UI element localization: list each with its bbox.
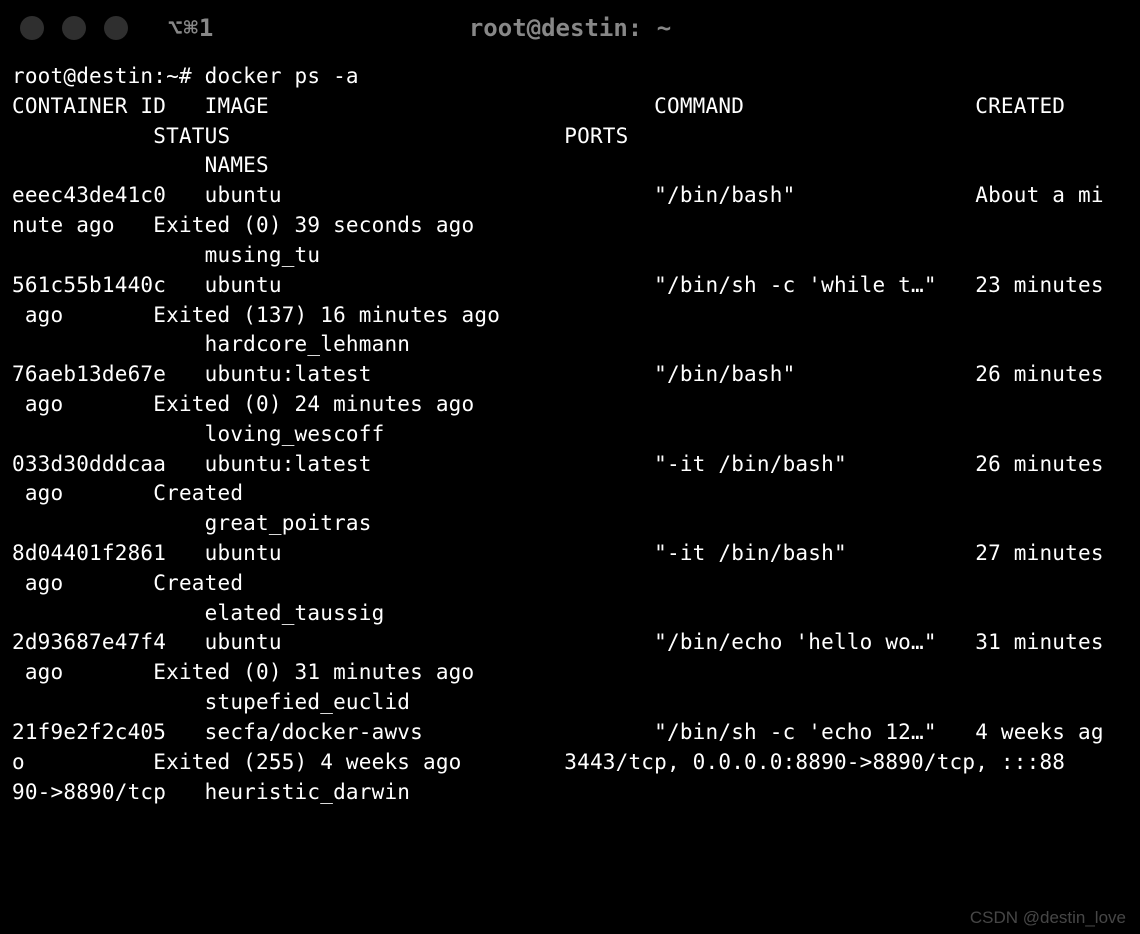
- table-row: ago Exited (0) 31 minutes ago: [12, 660, 474, 684]
- table-row: ago Created: [12, 481, 243, 505]
- table-row: 76aeb13de67e ubuntu:latest "/bin/bash" 2…: [12, 362, 1104, 386]
- terminal-output[interactable]: root@destin:~# docker ps -a CONTAINER ID…: [0, 56, 1140, 817]
- shell-prompt: root@destin:~#: [12, 64, 205, 88]
- table-header: NAMES: [12, 153, 269, 177]
- table-row: 033d30dddcaa ubuntu:latest "-it /bin/bas…: [12, 452, 1104, 476]
- table-row: 2d93687e47f4 ubuntu "/bin/echo 'hello wo…: [12, 630, 1104, 654]
- table-row: nute ago Exited (0) 39 seconds ago: [12, 213, 474, 237]
- titlebar: ⌥⌘1 root@destin: ~: [0, 0, 1140, 56]
- table-row: 561c55b1440c ubuntu "/bin/sh -c 'while t…: [12, 273, 1104, 297]
- shell-command: docker ps -a: [205, 64, 359, 88]
- table-row: 8d04401f2861 ubuntu "-it /bin/bash" 27 m…: [12, 541, 1104, 565]
- table-row: ago Exited (0) 24 minutes ago: [12, 392, 474, 416]
- minimize-icon[interactable]: [62, 16, 86, 40]
- table-row: ago Created: [12, 571, 243, 595]
- table-row: elated_taussig: [12, 601, 384, 625]
- close-icon[interactable]: [20, 16, 44, 40]
- watermark: CSDN @destin_love: [970, 908, 1126, 928]
- table-row: stupefied_euclid: [12, 690, 410, 714]
- table-row: 21f9e2f2c405 secfa/docker-awvs "/bin/sh …: [12, 720, 1104, 744]
- tab-shortcut-label: ⌥⌘1: [168, 14, 214, 42]
- table-row: eeec43de41c0 ubuntu "/bin/bash" About a …: [12, 183, 1104, 207]
- table-header: CONTAINER ID IMAGE COMMAND CREATED: [12, 94, 1065, 118]
- table-row: great_poitras: [12, 511, 372, 535]
- table-header: STATUS PORTS: [12, 124, 628, 148]
- table-row: 90->8890/tcp heuristic_darwin: [12, 780, 410, 804]
- traffic-lights: [20, 16, 128, 40]
- table-row: loving_wescoff: [12, 422, 384, 446]
- table-row: o Exited (255) 4 weeks ago 3443/tcp, 0.0…: [12, 750, 1065, 774]
- window-title: root@destin: ~: [469, 14, 671, 42]
- zoom-icon[interactable]: [104, 16, 128, 40]
- table-row: musing_tu: [12, 243, 320, 267]
- table-row: hardcore_lehmann: [12, 332, 410, 356]
- table-row: ago Exited (137) 16 minutes ago: [12, 303, 500, 327]
